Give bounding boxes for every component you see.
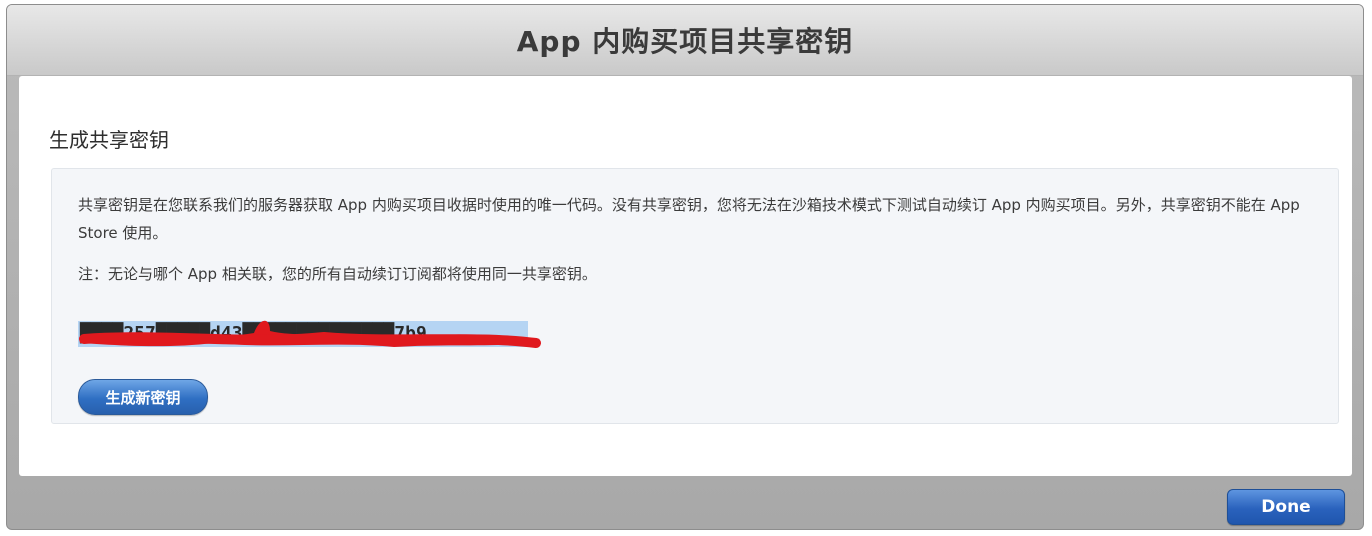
- section-title: 生成共享密钥: [49, 128, 169, 152]
- redaction-stroke: [79, 331, 541, 348]
- note-text: 注：无论与哪个 App 相关联，您的所有自动续订订阅都将使用同一共享密钥。: [78, 265, 597, 283]
- info-panel: 共享密钥是在您联系我们的服务器获取 App 内购买项目收据时使用的唯一代码。没有…: [51, 168, 1339, 424]
- done-button[interactable]: Done: [1227, 489, 1345, 525]
- redaction-scribble: [79, 320, 541, 348]
- dialog-titlebar: App 内购买项目共享密钥: [7, 5, 1363, 76]
- dialog-title: App 内购买项目共享密钥: [516, 25, 854, 58]
- generate-new-secret-button[interactable]: 生成新密钥: [78, 379, 208, 415]
- dialog-content: 生成共享密钥 共享密钥是在您联系我们的服务器获取 App 内购买项目收据时使用的…: [19, 76, 1352, 476]
- shared-secret-dialog: App 内购买项目共享密钥 生成共享密钥 共享密钥是在您联系我们的服务器获取 A…: [6, 4, 1364, 530]
- description-text: 共享密钥是在您联系我们的服务器获取 App 内购买项目收据时使用的唯一代码。没有…: [78, 196, 1300, 242]
